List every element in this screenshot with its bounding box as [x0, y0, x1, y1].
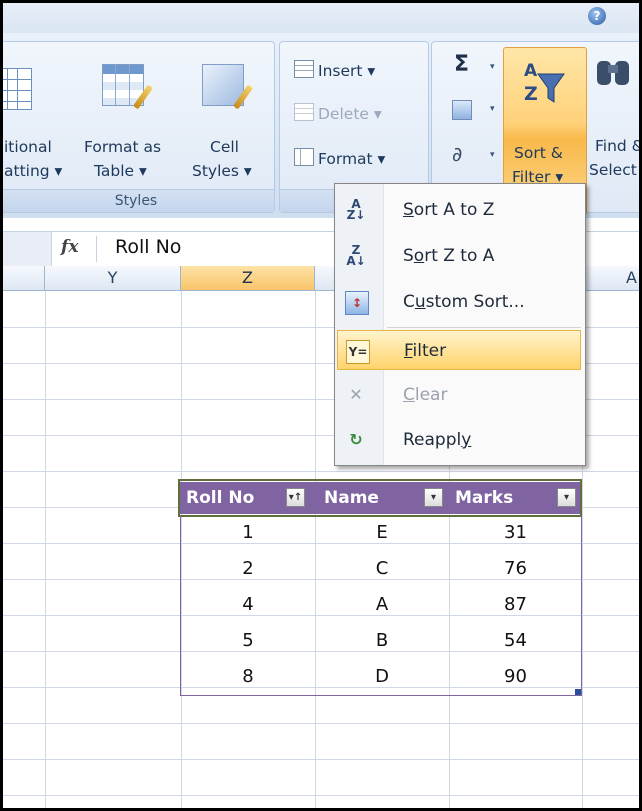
title-strip: ? [3, 3, 639, 33]
cell-styles-label2[interactable]: Styles ▾ [192, 162, 252, 180]
header-marks-label: Marks [455, 488, 514, 508]
fill-icon[interactable] [452, 100, 472, 120]
table-header-roll-no[interactable]: Roll No ▾↑ [180, 482, 314, 514]
menu-item-filter[interactable]: Y= Filter [337, 330, 581, 370]
table-border-bottom [180, 695, 582, 696]
table-header-name[interactable]: Name ▾ [314, 482, 449, 514]
cell-styles-label[interactable]: Cell [210, 138, 239, 156]
conditional-formatting-label[interactable]: itional [4, 138, 52, 156]
row-header-corner[interactable] [3, 266, 45, 290]
find-select-icon[interactable] [593, 55, 639, 91]
sort-a-to-z-icon: A Z↓ [346, 197, 366, 222]
menu-item-sort-z-to-a[interactable]: Z A↓ Sort Z to A [337, 236, 581, 276]
menu-item-sort-a-to-z[interactable]: A Z↓ Sort A to Z [337, 190, 581, 230]
clear-filter-icon: ✕ [349, 385, 363, 404]
table-resize-handle[interactable] [575, 689, 581, 695]
sort-ascending-filter-icon[interactable]: ▾↑ [286, 488, 305, 507]
column-header-z[interactable]: Z [181, 266, 315, 290]
table-cell[interactable]: B [315, 623, 449, 659]
conditional-formatting-icon[interactable] [3, 68, 32, 110]
menu-item-reapply[interactable]: ↻ Reapply [337, 420, 581, 460]
table-cell[interactable]: 4 [181, 587, 315, 623]
find-select-label[interactable]: Find & [595, 137, 639, 155]
table-header-marks[interactable]: Marks ▾ [449, 482, 580, 514]
styles-group-label: Styles [3, 189, 274, 212]
format-button[interactable]: Format ▾ [294, 148, 385, 174]
name-box-area[interactable] [3, 232, 52, 266]
menu-label: Reapply [403, 430, 472, 450]
table-cell[interactable]: 87 [449, 587, 582, 623]
sort-filter-label: Sort & [514, 144, 563, 162]
table-cell[interactable]: D [315, 659, 449, 695]
svg-text:Z: Z [524, 83, 538, 105]
sort-z-to-a-icon: Z A↓ [346, 243, 366, 268]
menu-separator [387, 327, 581, 328]
help-icon[interactable]: ? [588, 7, 606, 25]
sort-filter-icon: A Z [524, 61, 565, 105]
menu-label: Filter [404, 341, 447, 361]
header-roll-no-label: Roll No [186, 488, 255, 508]
format-label: Format ▾ [318, 150, 386, 168]
styles-group: itional atting ▾ Format as Table ▾ Cell … [3, 41, 275, 213]
insert-button[interactable]: Insert ▾ [294, 60, 375, 86]
table-cell[interactable]: 54 [449, 623, 582, 659]
conditional-formatting-label2[interactable]: atting ▾ [4, 162, 62, 180]
insert-function-icon[interactable]: fx [61, 237, 78, 257]
menu-item-clear[interactable]: ✕ Clear [337, 375, 581, 415]
table-border-right [581, 515, 582, 695]
table-cell[interactable]: 2 [181, 551, 315, 587]
filter-dropdown-icon[interactable]: ▾ [557, 488, 576, 507]
header-name-label: Name [324, 488, 379, 508]
grid-row-line [3, 795, 639, 796]
format-as-table-label[interactable]: Format as [84, 138, 161, 156]
excel-window: ? itional atting ▾ Format as Table ▾ Cel… [3, 3, 639, 808]
format-icon [294, 148, 314, 166]
table-cell[interactable]: 31 [449, 515, 582, 551]
table-cell[interactable]: A [315, 587, 449, 623]
column-header-ac[interactable]: A [582, 266, 639, 290]
table-cell[interactable]: C [315, 551, 449, 587]
format-as-table-label2[interactable]: Table ▾ [94, 162, 147, 180]
column-header-y[interactable]: Y [45, 266, 181, 290]
autosum-icon[interactable]: Σ [454, 52, 469, 77]
menu-item-custom-sort[interactable]: ↕ Custom Sort... [337, 282, 581, 322]
grid-row-line [3, 471, 639, 472]
sort-filter-menu: A Z↓ Sort A to Z Z A↓ Sort Z to A ↕ Custom… [334, 183, 586, 466]
delete-icon [294, 103, 314, 121]
table-border-left [180, 515, 181, 695]
clear-eraser-icon[interactable]: ∂ [452, 142, 462, 166]
menu-label: Sort A to Z [403, 200, 495, 220]
grid-column-line [45, 291, 46, 808]
reapply-icon: ↻ [349, 430, 363, 449]
table-cell[interactable]: 1 [181, 515, 315, 551]
formula-bar-divider [96, 236, 97, 262]
menu-label: Custom Sort... [403, 292, 525, 312]
delete-button[interactable]: Delete ▾ [294, 103, 382, 129]
formula-bar-input[interactable]: Roll No [115, 236, 181, 258]
insert-icon [294, 60, 314, 78]
autosum-dropdown[interactable]: ▾ [490, 62, 495, 72]
table-cell[interactable]: 76 [449, 551, 582, 587]
filter-icon: Y= [346, 340, 370, 364]
fill-dropdown[interactable]: ▾ [490, 104, 495, 114]
grid-row-line [3, 759, 639, 760]
svg-text:A: A [524, 61, 538, 81]
table-cell[interactable]: 90 [449, 659, 582, 695]
table-cell[interactable]: 8 [181, 659, 315, 695]
insert-label: Insert ▾ [318, 62, 376, 80]
grid-row-line [3, 723, 639, 724]
menu-label: Sort Z to A [403, 246, 495, 266]
table-cell[interactable]: 5 [181, 623, 315, 659]
clear-dropdown[interactable]: ▾ [490, 150, 495, 160]
filter-dropdown-icon[interactable]: ▾ [424, 488, 443, 507]
find-select-label2[interactable]: Select [589, 161, 637, 179]
menu-label: Clear [403, 385, 448, 405]
table-cell[interactable]: E [315, 515, 449, 551]
custom-sort-icon: ↕ [345, 291, 369, 315]
delete-label: Delete ▾ [318, 105, 382, 123]
